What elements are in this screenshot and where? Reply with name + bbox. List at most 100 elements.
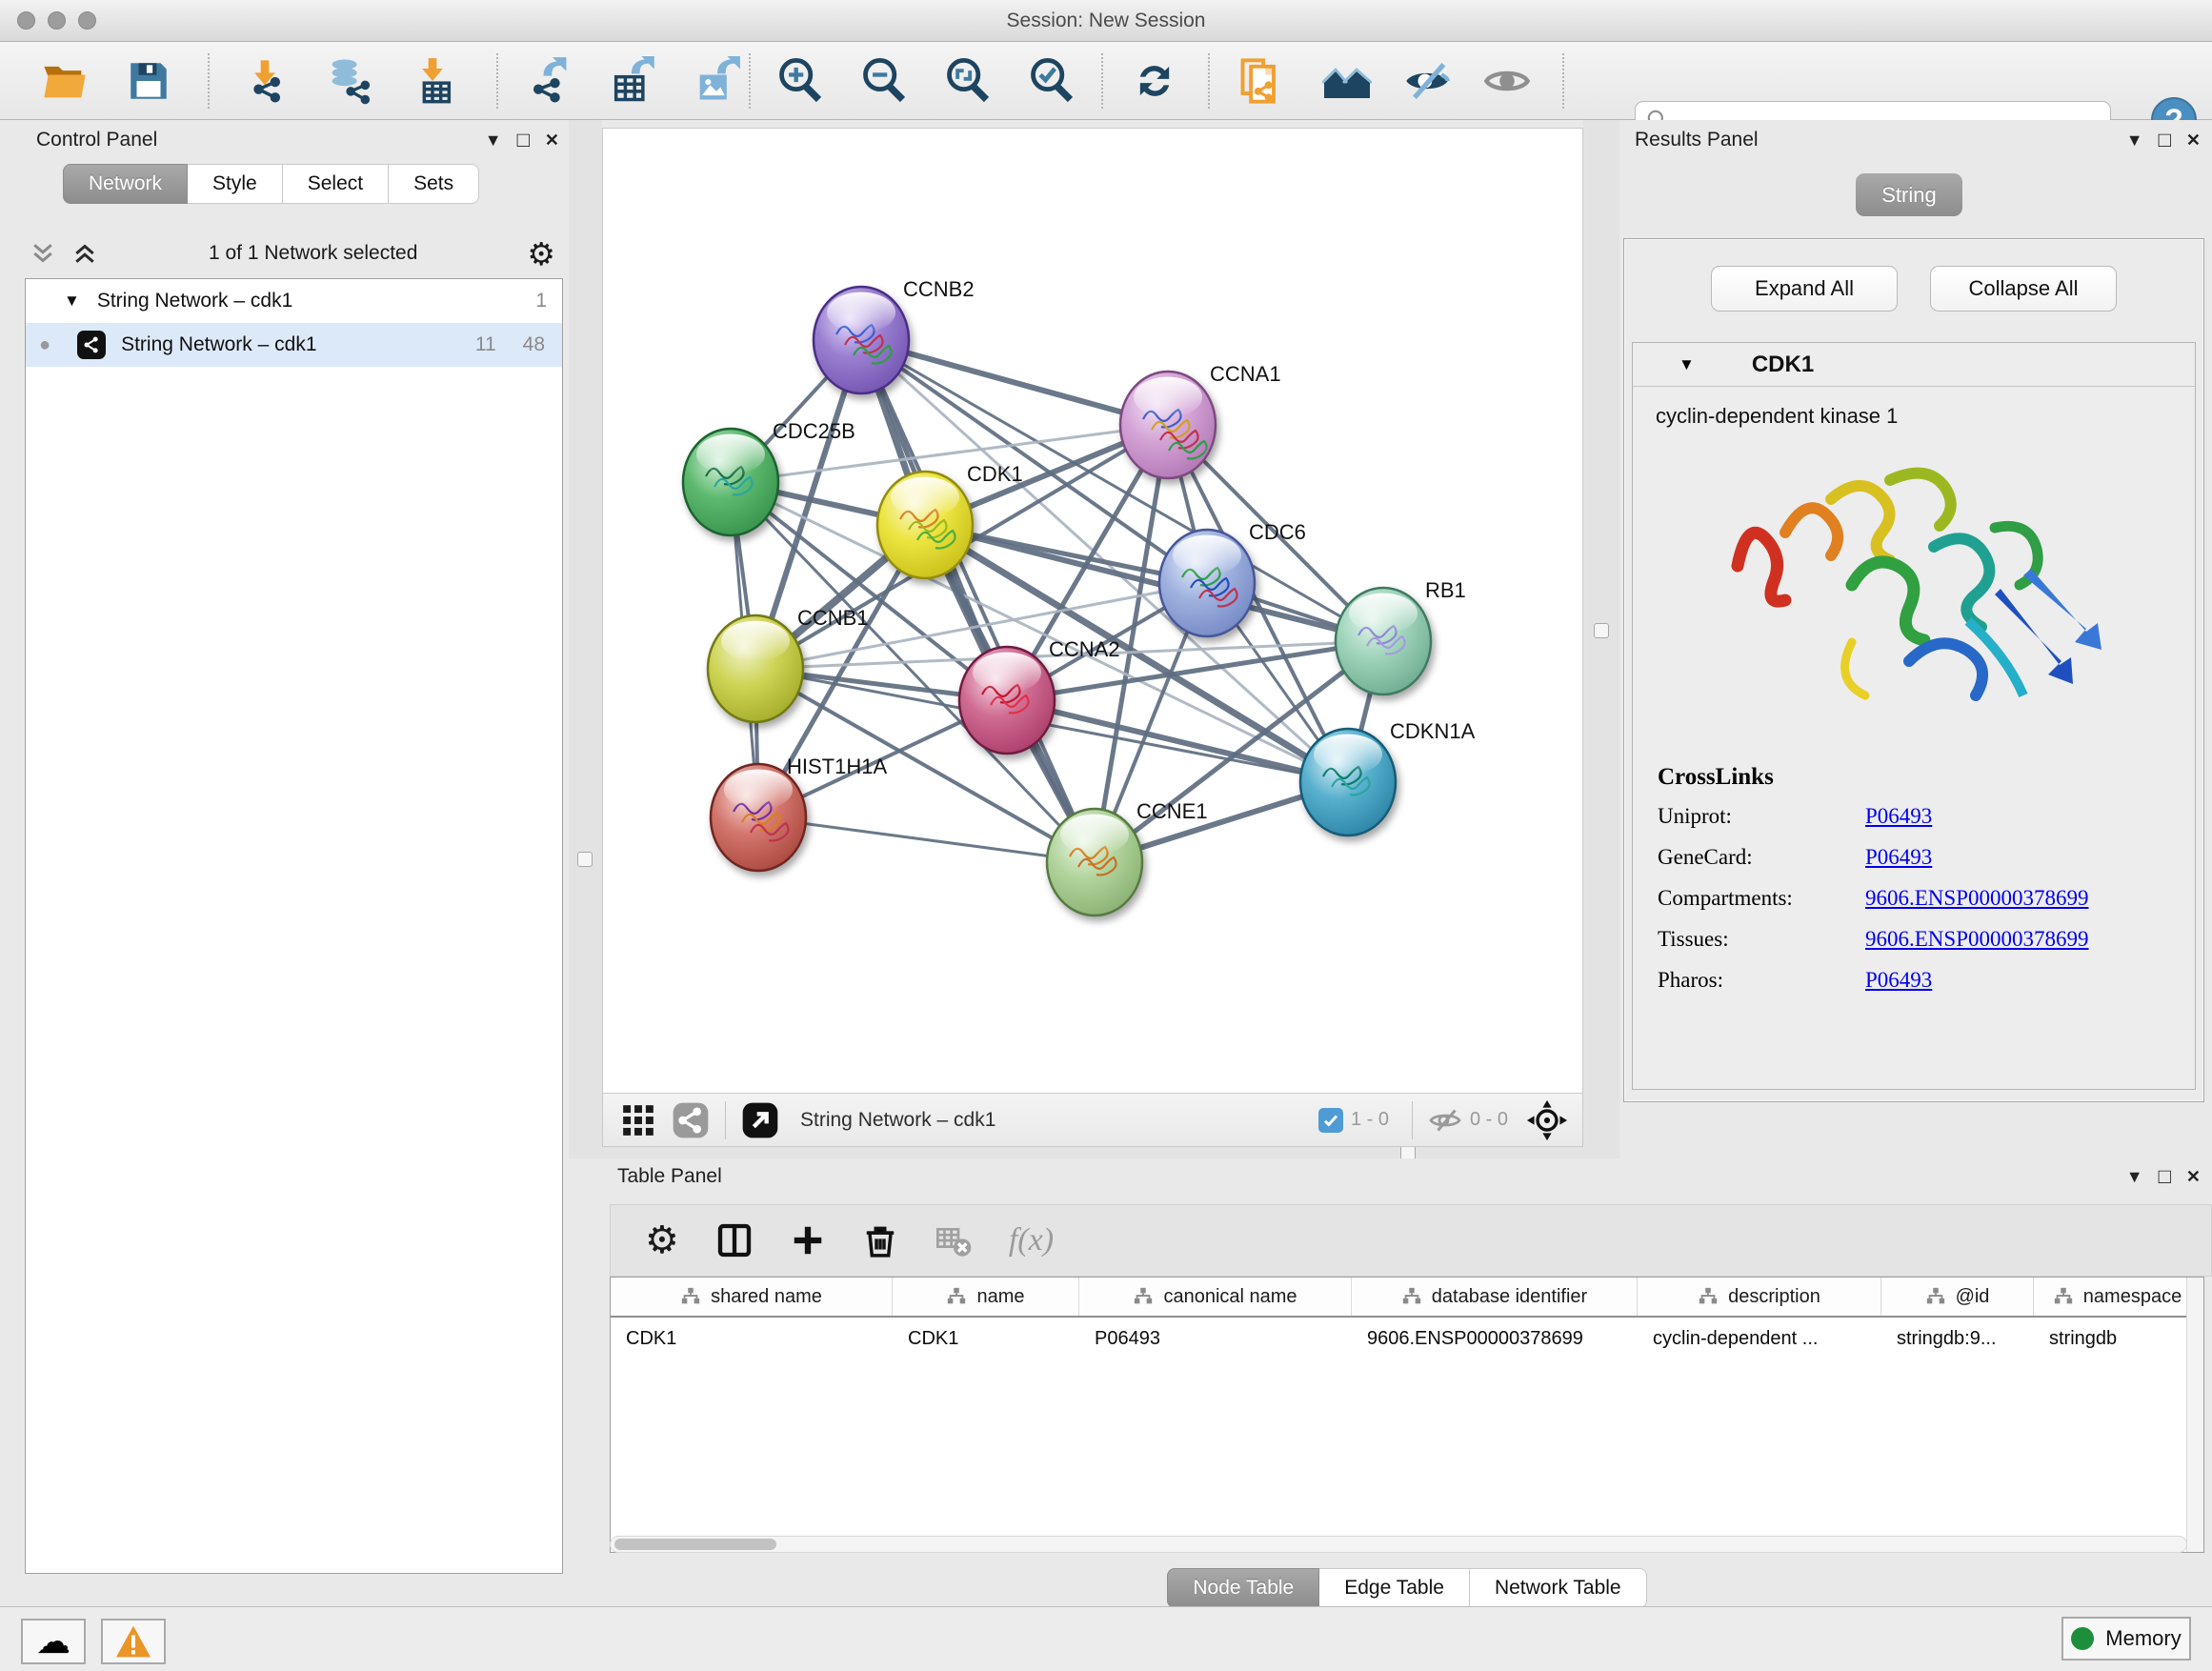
float-panel-icon[interactable]: □ <box>2159 1164 2171 1189</box>
right-splitter[interactable] <box>1583 120 1619 1158</box>
node-CCNB2[interactable] <box>814 287 909 393</box>
node-CCNE1[interactable] <box>1047 809 1142 916</box>
network-row-selected[interactable]: ● String Network – cdk1 11 48 <box>26 323 562 367</box>
save-session-button[interactable] <box>124 56 173 106</box>
gene-collapse-icon[interactable]: ▼ <box>1679 355 1695 374</box>
float-panel-icon[interactable]: □ <box>2159 128 2171 152</box>
zoom-selected-button[interactable] <box>1027 56 1076 106</box>
network-view-icon[interactable] <box>672 1101 710 1139</box>
hide-selected-button[interactable] <box>1402 56 1452 106</box>
node-RB1[interactable] <box>1336 588 1431 695</box>
panel-menu-icon[interactable]: ▼ <box>485 131 502 151</box>
home-button[interactable] <box>1322 56 1372 106</box>
right-splitter-handle[interactable] <box>1594 623 1609 638</box>
column-header-database-identifier[interactable]: database identifier <box>1352 1278 1638 1316</box>
zoom-out-button[interactable] <box>859 56 909 106</box>
table-cell[interactable]: CDK1 <box>893 1318 1079 1359</box>
duplicate-network-button[interactable] <box>1237 56 1286 106</box>
table-cell[interactable]: cyclin-dependent ... <box>1638 1318 1881 1359</box>
show-all-button[interactable] <box>1482 56 1532 106</box>
table-cell[interactable]: stringdb <box>2034 1318 2202 1359</box>
crosslink-link[interactable]: 9606.ENSP00000378699 <box>1865 886 2089 911</box>
export-image-button[interactable] <box>692 56 741 106</box>
collapse-all-button[interactable]: Collapse All <box>1930 266 2117 312</box>
crosslink-link[interactable]: P06493 <box>1865 845 1932 870</box>
birdseye-view-icon[interactable] <box>741 1101 779 1139</box>
column-header-namespace[interactable]: namespace <box>2034 1278 2202 1316</box>
export-network-button[interactable] <box>524 56 573 106</box>
expand-all-icon[interactable] <box>70 239 99 268</box>
tab-style[interactable]: Style <box>188 164 283 204</box>
tab-edge-table[interactable]: Edge Table <box>1319 1568 1470 1608</box>
tab-network-table[interactable]: Network Table <box>1470 1568 1647 1608</box>
crosslink-link[interactable]: 9606.ENSP00000378699 <box>1865 927 2089 952</box>
column-header-shared-name[interactable]: shared name <box>611 1278 893 1316</box>
expand-all-button[interactable]: Expand All <box>1711 266 1898 312</box>
table-settings-gear-icon[interactable]: ⚙ <box>645 1218 679 1262</box>
hidden-eye-icon[interactable] <box>1428 1103 1462 1137</box>
tab-sets[interactable]: Sets <box>389 164 479 204</box>
crosshair-icon[interactable] <box>1525 1098 1569 1142</box>
tab-select[interactable]: Select <box>283 164 389 204</box>
table-horizontal-scrollbar[interactable] <box>610 1536 2187 1553</box>
column-header-canonical-name[interactable]: canonical name <box>1079 1278 1352 1316</box>
node-CDK1[interactable] <box>877 472 973 578</box>
import-network-from-database-button[interactable] <box>324 56 373 106</box>
show-columns-icon[interactable] <box>715 1221 754 1259</box>
crosslink-link[interactable]: P06493 <box>1865 804 1932 829</box>
panel-menu-icon[interactable]: ▼ <box>2126 131 2143 151</box>
table-cell[interactable]: P06493 <box>1079 1318 1352 1359</box>
function-builder-button[interactable]: f(x) <box>1009 1222 1054 1258</box>
node-HIST1H1A[interactable] <box>711 764 806 871</box>
crosslink-link[interactable]: P06493 <box>1865 968 1932 993</box>
tab-string[interactable]: String <box>1856 173 1962 216</box>
float-panel-icon[interactable]: □ <box>517 128 530 152</box>
delete-table-icon[interactable] <box>935 1221 973 1259</box>
node-CCNA1[interactable] <box>1120 372 1216 478</box>
cloud-status-button[interactable]: ☁ <box>21 1619 86 1664</box>
network-canvas[interactable]: CCNB2CCNA1CDC25BCDK1CDC6RB1CCNB1CCNA2CDK… <box>602 128 1583 1094</box>
delete-column-icon[interactable] <box>862 1222 898 1258</box>
network-collection-row[interactable]: ▼ String Network – cdk1 1 <box>26 279 562 323</box>
close-panel-icon[interactable]: ✕ <box>2186 1167 2201 1187</box>
left-splitter-handle[interactable] <box>577 852 593 867</box>
table-cell[interactable]: stringdb:9... <box>1881 1318 2034 1359</box>
column-header--id[interactable]: @id <box>1881 1278 2034 1316</box>
tab-node-table[interactable]: Node Table <box>1167 1568 1319 1608</box>
node-CDC6[interactable] <box>1159 530 1255 636</box>
selected-checkbox-icon[interactable] <box>1318 1108 1343 1133</box>
table-row[interactable]: CDK1CDK1P064939606.ENSP00000378699cyclin… <box>611 1318 2203 1359</box>
node-CCNB1[interactable] <box>708 615 803 722</box>
network-graph[interactable]: CCNB2CCNA1CDC25BCDK1CDC6RB1CCNB1CCNA2CDK… <box>603 129 1582 1093</box>
panel-menu-icon[interactable]: ▼ <box>2126 1167 2143 1187</box>
gear-icon[interactable]: ⚙ <box>527 235 555 272</box>
left-splitter[interactable] <box>569 120 602 1158</box>
table-cell[interactable]: CDK1 <box>611 1318 893 1359</box>
node-CCNA2[interactable] <box>959 647 1055 754</box>
export-table-button[interactable] <box>608 56 657 106</box>
refresh-button[interactable] <box>1130 56 1179 106</box>
close-panel-icon[interactable]: ✕ <box>545 131 559 151</box>
node-table[interactable]: shared namenamecanonical namedatabase id… <box>610 1277 2204 1553</box>
import-table-button[interactable] <box>408 56 457 106</box>
memory-button[interactable]: Memory <box>2061 1617 2191 1661</box>
collapse-all-icon[interactable] <box>29 239 57 268</box>
grid-view-icon[interactable] <box>620 1102 656 1138</box>
scrollbar-thumb[interactable] <box>614 1539 776 1550</box>
minimize-window-icon[interactable] <box>48 11 66 30</box>
tab-network[interactable]: Network <box>63 164 188 204</box>
maximize-window-icon[interactable] <box>78 11 96 30</box>
close-panel-icon[interactable]: ✕ <box>2186 131 2201 151</box>
zoom-in-button[interactable] <box>775 56 825 106</box>
table-vertical-scrollbar[interactable] <box>2186 1278 2203 1552</box>
column-header-description[interactable]: description <box>1638 1278 1881 1316</box>
import-network-button[interactable] <box>240 56 290 106</box>
warnings-button[interactable] <box>101 1619 166 1664</box>
edge-HIST1H1A-CCNE1[interactable] <box>758 817 1095 862</box>
table-cell[interactable]: 9606.ENSP00000378699 <box>1352 1318 1638 1359</box>
close-window-icon[interactable] <box>17 11 35 30</box>
open-session-button[interactable] <box>40 56 90 106</box>
zoom-fit-button[interactable] <box>943 56 993 106</box>
traffic-lights[interactable] <box>17 11 96 30</box>
node-CDKN1A[interactable] <box>1300 729 1396 836</box>
